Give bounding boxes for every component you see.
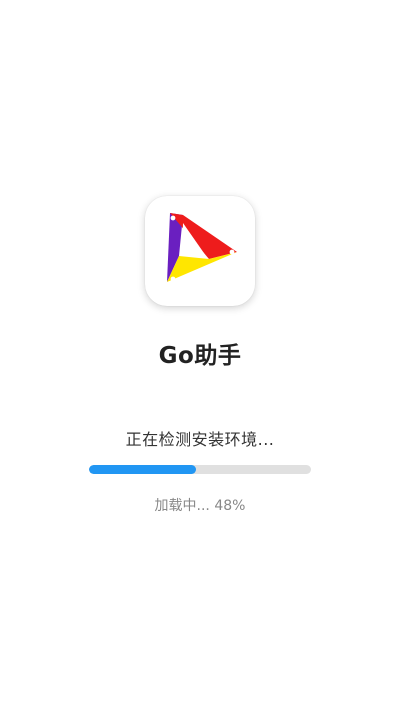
progress-bar — [89, 465, 311, 474]
go-assistant-logo-icon — [167, 213, 237, 282]
progress-label: 加载中... 48% — [154, 498, 246, 514]
loading-status-text: 正在检测安装环境... — [125, 430, 275, 449]
app-icon — [145, 196, 255, 306]
app-name: Go助手 — [158, 343, 242, 369]
splash-screen: Go助手 正在检测安装环境... 加载中... 48% — [0, 0, 400, 711]
progress-bar-fill — [89, 465, 196, 474]
